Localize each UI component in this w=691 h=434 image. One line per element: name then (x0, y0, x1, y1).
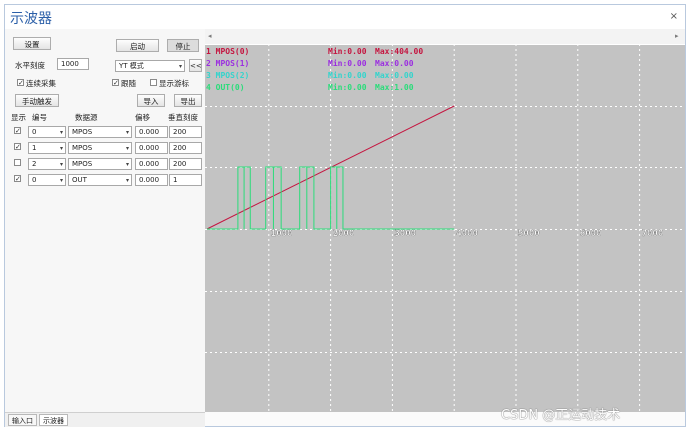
mode-select-value: YT 模式 (119, 62, 144, 70)
scale-input[interactable]: 200 (169, 158, 202, 170)
index-value: 2 (32, 160, 37, 168)
scroll-right-icon[interactable]: ▸ (675, 32, 679, 40)
x-tick-label: 6000 (580, 229, 602, 239)
index-select[interactable]: 2 ▾ (28, 158, 66, 170)
show-checkbox[interactable]: ✓ (14, 143, 21, 151)
title-bar: 示波器 × (5, 5, 685, 30)
horizontal-scale-label: 水平刻度 (15, 61, 45, 70)
chevron-down-icon: ▾ (59, 177, 63, 184)
chevron-down-icon: ▾ (125, 161, 129, 168)
show-checkbox[interactable]: ✓ (14, 175, 21, 183)
x-tick-label: 7000 (642, 229, 664, 239)
channel-max: Max:0.00 (375, 71, 414, 80)
source-select[interactable]: MPOS ▾ (68, 126, 132, 138)
mode-select[interactable]: YT 模式 ▾ (115, 60, 185, 72)
index-select[interactable]: 1 ▾ (28, 142, 66, 154)
window-title: 示波器 (10, 11, 52, 27)
settings-button[interactable]: 设置 (13, 37, 51, 50)
chevron-down-icon: ▾ (59, 161, 63, 168)
index-select[interactable]: 0 ▾ (28, 126, 66, 138)
scale-input[interactable]: 200 (169, 142, 202, 154)
channel-label: 2 MPOS(1) (206, 59, 249, 68)
scope-plot[interactable]: 1 MPOS(0) Min:0.00 Max:404.00 2 MPOS(1) Min:… (205, 44, 685, 412)
cursor-label: 显示游标 (159, 79, 189, 88)
channel-max: Max:1.00 (375, 83, 414, 92)
channel-max: Max:404.00 (375, 47, 423, 56)
chevron-down-icon: ▾ (125, 177, 129, 184)
stop-button[interactable]: 停止 (167, 39, 199, 52)
x-tick-label: 5000 (518, 229, 540, 239)
header-index: 编号 (32, 113, 47, 122)
x-tick-label: 1000 (271, 229, 293, 239)
offset-input[interactable]: 0.000 (135, 174, 168, 186)
horizontal-scrollbar[interactable]: ◂ ▸ (205, 29, 685, 44)
continuous-label: 连续采集 (26, 79, 56, 88)
follow-label: 跟随 (121, 79, 136, 88)
channel-min: Min:0.00 (328, 82, 367, 92)
show-checkbox[interactable] (14, 159, 21, 166)
x-tick-label: 3000 (394, 229, 416, 239)
show-checkbox[interactable]: ✓ (14, 127, 21, 135)
offset-input[interactable]: 0.000 (135, 142, 168, 154)
scope-area: ◂ ▸ 1 MPOS(0) Min:0.00 Max:404.00 2 MPOS(1)… (205, 29, 685, 412)
tab-oscilloscope[interactable]: 示波器 (39, 414, 68, 426)
chevron-down-icon: ▾ (125, 129, 129, 136)
scroll-left-icon[interactable]: ◂ (208, 32, 212, 40)
chevron-down-icon: ▾ (59, 129, 63, 136)
chevron-down-icon: ▾ (178, 63, 182, 70)
header-scale: 垂直刻度 (168, 113, 198, 122)
collapse-button[interactable]: << (189, 59, 202, 72)
index-select[interactable]: 0 ▾ (28, 174, 66, 186)
source-value: MPOS (72, 128, 93, 136)
export-button[interactable]: 导出 (174, 94, 202, 107)
source-select[interactable]: OUT ▾ (68, 174, 132, 186)
bottom-tab-bar: 输入口 示波器 (5, 412, 205, 427)
channel-label: 4 OUT(0) (206, 83, 245, 92)
start-button[interactable]: 启动 (116, 39, 159, 52)
continuous-checkbox[interactable]: ✓ (17, 79, 24, 87)
channel-max: Max:0.00 (375, 59, 414, 68)
source-value: OUT (72, 176, 87, 184)
scale-input[interactable]: 1 (169, 174, 202, 186)
header-offset: 偏移 (135, 113, 150, 122)
channel-min: Min:0.00 (328, 58, 367, 68)
index-value: 0 (32, 176, 37, 184)
follow-checkbox[interactable]: ✓ (112, 79, 119, 87)
source-value: MPOS (72, 160, 93, 168)
chevron-down-icon: ▾ (125, 145, 129, 152)
scale-input[interactable]: 200 (169, 126, 202, 138)
source-value: MPOS (72, 144, 93, 152)
header-source: 数据源 (75, 113, 98, 122)
horizontal-scale-input[interactable]: 1000 (57, 58, 89, 70)
x-tick-label: 4000 (456, 229, 478, 239)
offset-input[interactable]: 0.000 (135, 126, 168, 138)
control-panel: 设置 启动 停止 水平刻度 1000 YT 模式 ▾ << ✓ 连续采集 ✓ 跟… (5, 29, 205, 412)
close-icon[interactable]: × (670, 11, 678, 22)
oscilloscope-window: 示波器 × 设置 启动 停止 水平刻度 1000 YT 模式 ▾ << ✓ 连续… (4, 4, 686, 427)
tab-input-port[interactable]: 输入口 (8, 414, 37, 426)
import-button[interactable]: 导入 (137, 94, 165, 107)
scope-chart: 1 MPOS(0) Min:0.00 Max:404.00 2 MPOS(1) Min:… (205, 44, 685, 412)
cursor-checkbox[interactable] (150, 79, 157, 86)
channel-min: Min:0.00 (328, 46, 367, 56)
source-select[interactable]: MPOS ▾ (68, 142, 132, 154)
watermark: CSDN @正运动技术 (501, 408, 621, 423)
channel-label: 1 MPOS(0) (206, 47, 249, 56)
index-value: 0 (32, 128, 37, 136)
manual-trigger-button[interactable]: 手动触发 (15, 94, 59, 107)
source-select[interactable]: MPOS ▾ (68, 158, 132, 170)
channel-label: 3 MPOS(2) (206, 71, 249, 80)
chevron-down-icon: ▾ (59, 145, 63, 152)
channel-min: Min:0.00 (328, 70, 367, 80)
header-show: 显示 (11, 113, 26, 122)
offset-input[interactable]: 0.000 (135, 158, 168, 170)
index-value: 1 (32, 144, 37, 152)
x-tick-label: 2000 (333, 229, 355, 239)
